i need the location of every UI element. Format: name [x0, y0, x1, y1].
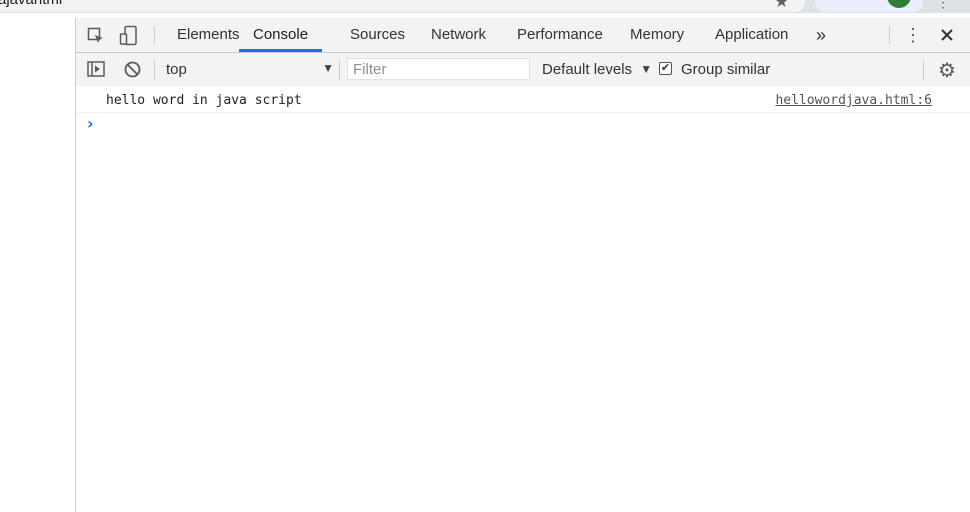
- filter-input[interactable]: Filter: [347, 58, 530, 80]
- more-vert-icon[interactable]: ⋮: [936, 0, 950, 11]
- log-levels-label: Default levels: [542, 61, 633, 78]
- tab-performance[interactable]: Performance: [517, 18, 603, 52]
- console-message-text: hello word in java script: [106, 93, 302, 108]
- address-bar-text: ajavahtml: [0, 0, 62, 8]
- tab-label: Memory: [630, 26, 685, 43]
- tab-application[interactable]: Application: [715, 18, 788, 52]
- group-similar-label: Group similar: [681, 61, 771, 78]
- star-icon[interactable]: ★: [774, 0, 789, 12]
- console-message: hello word in java script hellowordjava.…: [76, 86, 970, 113]
- devtools-panel: Elements Console Sources Network Perform…: [75, 18, 970, 512]
- tab-sources[interactable]: Sources: [350, 18, 405, 52]
- divider: [154, 26, 155, 44]
- chevron-down-icon: ▼: [322, 61, 334, 75]
- tab-network[interactable]: Network: [431, 18, 486, 52]
- console-toolbar: top ▼ Filter Default levels ▼ ✔ Group si…: [76, 53, 970, 87]
- page-content: [0, 13, 75, 512]
- divider: [923, 60, 924, 80]
- chevron-double-right-icon: »: [816, 25, 827, 45]
- tab-label: Console: [253, 26, 309, 43]
- tab-elements[interactable]: Elements: [177, 18, 240, 52]
- context-value: top: [166, 61, 187, 78]
- more-options-icon[interactable]: ⋮: [903, 25, 923, 45]
- clear-console-icon[interactable]: [122, 59, 142, 79]
- console-prompt-icon[interactable]: ›: [87, 114, 94, 133]
- tab-label: Performance: [517, 26, 603, 43]
- tab-label: Sources: [350, 26, 406, 43]
- browser-toolbar: ajavahtml ★ ⋮: [0, 0, 970, 13]
- divider: [339, 60, 340, 80]
- tab-label: Elements: [177, 26, 240, 43]
- log-levels-dropdown[interactable]: Default levels ▼: [542, 59, 652, 81]
- tab-label: Network: [431, 26, 487, 43]
- address-bar[interactable]: ajavahtml ★: [0, 0, 805, 12]
- devtools-tabbar: Elements Console Sources Network Perform…: [76, 18, 970, 53]
- tab-console[interactable]: Console: [239, 18, 323, 52]
- sidebar-toggle-icon[interactable]: [86, 59, 106, 79]
- inspect-element-icon[interactable]: [86, 26, 106, 46]
- group-similar-checkbox[interactable]: ✔: [659, 62, 672, 75]
- tab-memory[interactable]: Memory: [630, 18, 684, 52]
- console-output: hello word in java script hellowordjava.…: [76, 86, 970, 512]
- more-tabs-button[interactable]: »: [816, 18, 826, 52]
- gear-icon[interactable]: ⚙: [936, 59, 958, 82]
- console-message-source-link[interactable]: hellowordjava.html:6: [775, 93, 932, 108]
- device-toolbar-icon[interactable]: [119, 25, 139, 47]
- context-selector[interactable]: top ▼: [166, 59, 334, 81]
- close-icon[interactable]: [937, 25, 957, 45]
- divider: [889, 26, 890, 44]
- tab-label: Application: [715, 26, 789, 43]
- divider: [154, 60, 155, 80]
- chevron-down-icon: ▼: [640, 62, 653, 76]
